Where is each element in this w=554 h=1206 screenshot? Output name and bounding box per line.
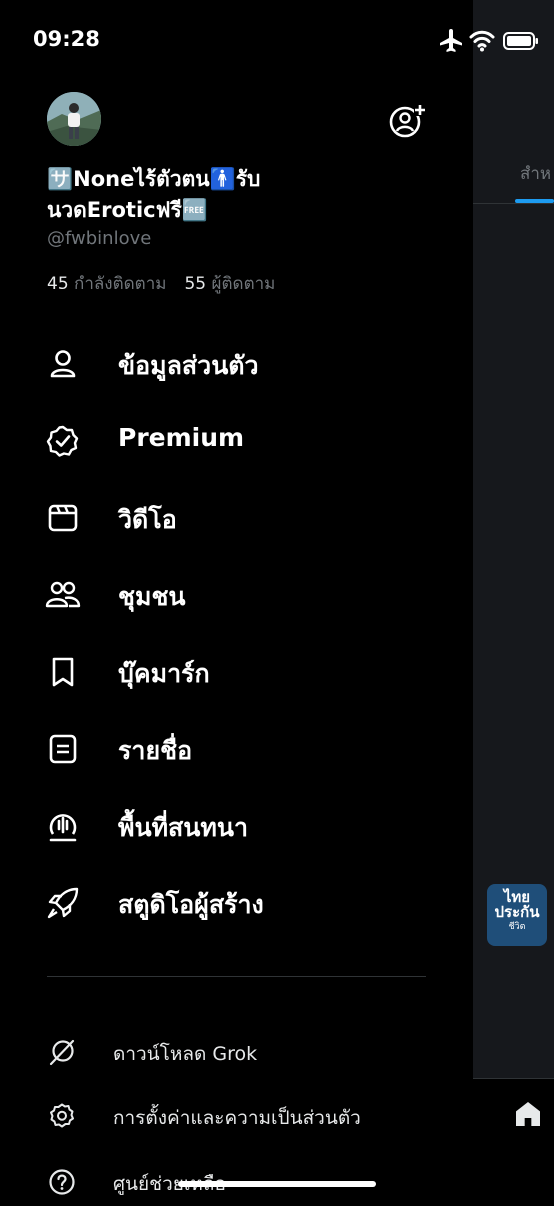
background-divider [473,203,554,204]
followers-label: ผู้ติดตาม [211,274,276,294]
menu-item-label: บุ๊คมาร์ก [118,659,210,688]
user-handle: @fwbinlove [47,228,152,249]
menu-item-label: สตูดิโอผู้สร้าง [118,890,264,919]
menu-item-label: การตั้งค่าและความเป็นส่วนตัว [113,1107,361,1129]
menu-item-bookmarks[interactable]: บุ๊คมาร์ก [0,636,473,706]
menu-item-download-grok[interactable]: ดาวน์โหลด Grok [0,1026,473,1076]
video-icon [48,504,78,532]
bookmark-icon [52,657,74,687]
menu-item-profile[interactable]: ข้อมูลส่วนตัว [0,328,473,398]
followers-count: 55 [184,274,207,294]
menu-item-label: วิดีโอ [118,505,177,534]
menu-item-spaces[interactable]: พื้นที่สนทนา [0,790,473,860]
background-post-thumbnail[interactable]: ไทย ประกัน ชีวิต [487,884,547,946]
status-time: 09:28 [33,27,100,51]
menu-divider [47,976,426,977]
grok-icon [49,1039,75,1066]
add-account-icon[interactable] [388,102,426,140]
list-icon [49,734,77,764]
thumb-line-2: ประกัน [494,903,540,921]
spaces-icon [49,814,77,842]
background-tab-label[interactable]: สำห [520,160,551,187]
menu-item-label: ชุมชน [118,582,186,611]
menu-item-communities[interactable]: ชุมชน [0,559,473,629]
status-bar: 09:28 [0,0,554,80]
navigation-drawer: 🈂️Noneไร้ตัวตน🚹รับนวดEroticฟรี🆓 @fwbinlo… [0,0,473,1200]
following-count: 45 [47,274,69,294]
thumb-line-3: ชีวิต [508,922,526,932]
status-icons [440,29,538,52]
avatar[interactable] [47,92,101,146]
gear-icon [50,1103,74,1128]
menu-item-label: Premium [118,423,245,452]
menu-item-label: ดาวน์โหลด Grok [113,1043,258,1065]
battery-icon [503,32,538,50]
verified-badge-icon [46,425,79,457]
airplane-icon [440,29,462,52]
menu-item-label: รายชื่อ [118,736,193,765]
rocket-icon [47,887,79,919]
wifi-icon [469,30,495,48]
menu-item-settings[interactable]: การตั้งค่าและความเป็นส่วนตัว [0,1090,473,1140]
menu-item-lists[interactable]: รายชื่อ [0,713,473,783]
communities-icon [45,581,81,608]
follow-stats: 45 กำลังติดตาม 55 ผู้ติดตาม [47,270,275,297]
home-indicator[interactable] [178,1181,376,1187]
following-label: กำลังติดตาม [74,274,167,294]
followers-link[interactable]: 55 ผู้ติดตาม [184,274,275,294]
help-icon [49,1169,75,1195]
menu-item-premium[interactable]: Premium [0,405,473,475]
background-bottom-bar [473,1078,554,1201]
menu-item-video[interactable]: วิดีโอ [0,482,473,552]
following-link[interactable]: 45 กำลังติดตาม [47,274,166,294]
menu-item-label: พื้นที่สนทนา [118,813,249,842]
person-icon [50,350,76,378]
home-icon[interactable] [512,1098,544,1130]
menu-item-label: ข้อมูลส่วนตัว [118,351,259,380]
display-name[interactable]: 🈂️Noneไร้ตัวตน🚹รับนวดEroticฟรี🆓 [47,164,307,226]
menu-item-creator-studio[interactable]: สตูดิโอผู้สร้าง [0,867,473,937]
